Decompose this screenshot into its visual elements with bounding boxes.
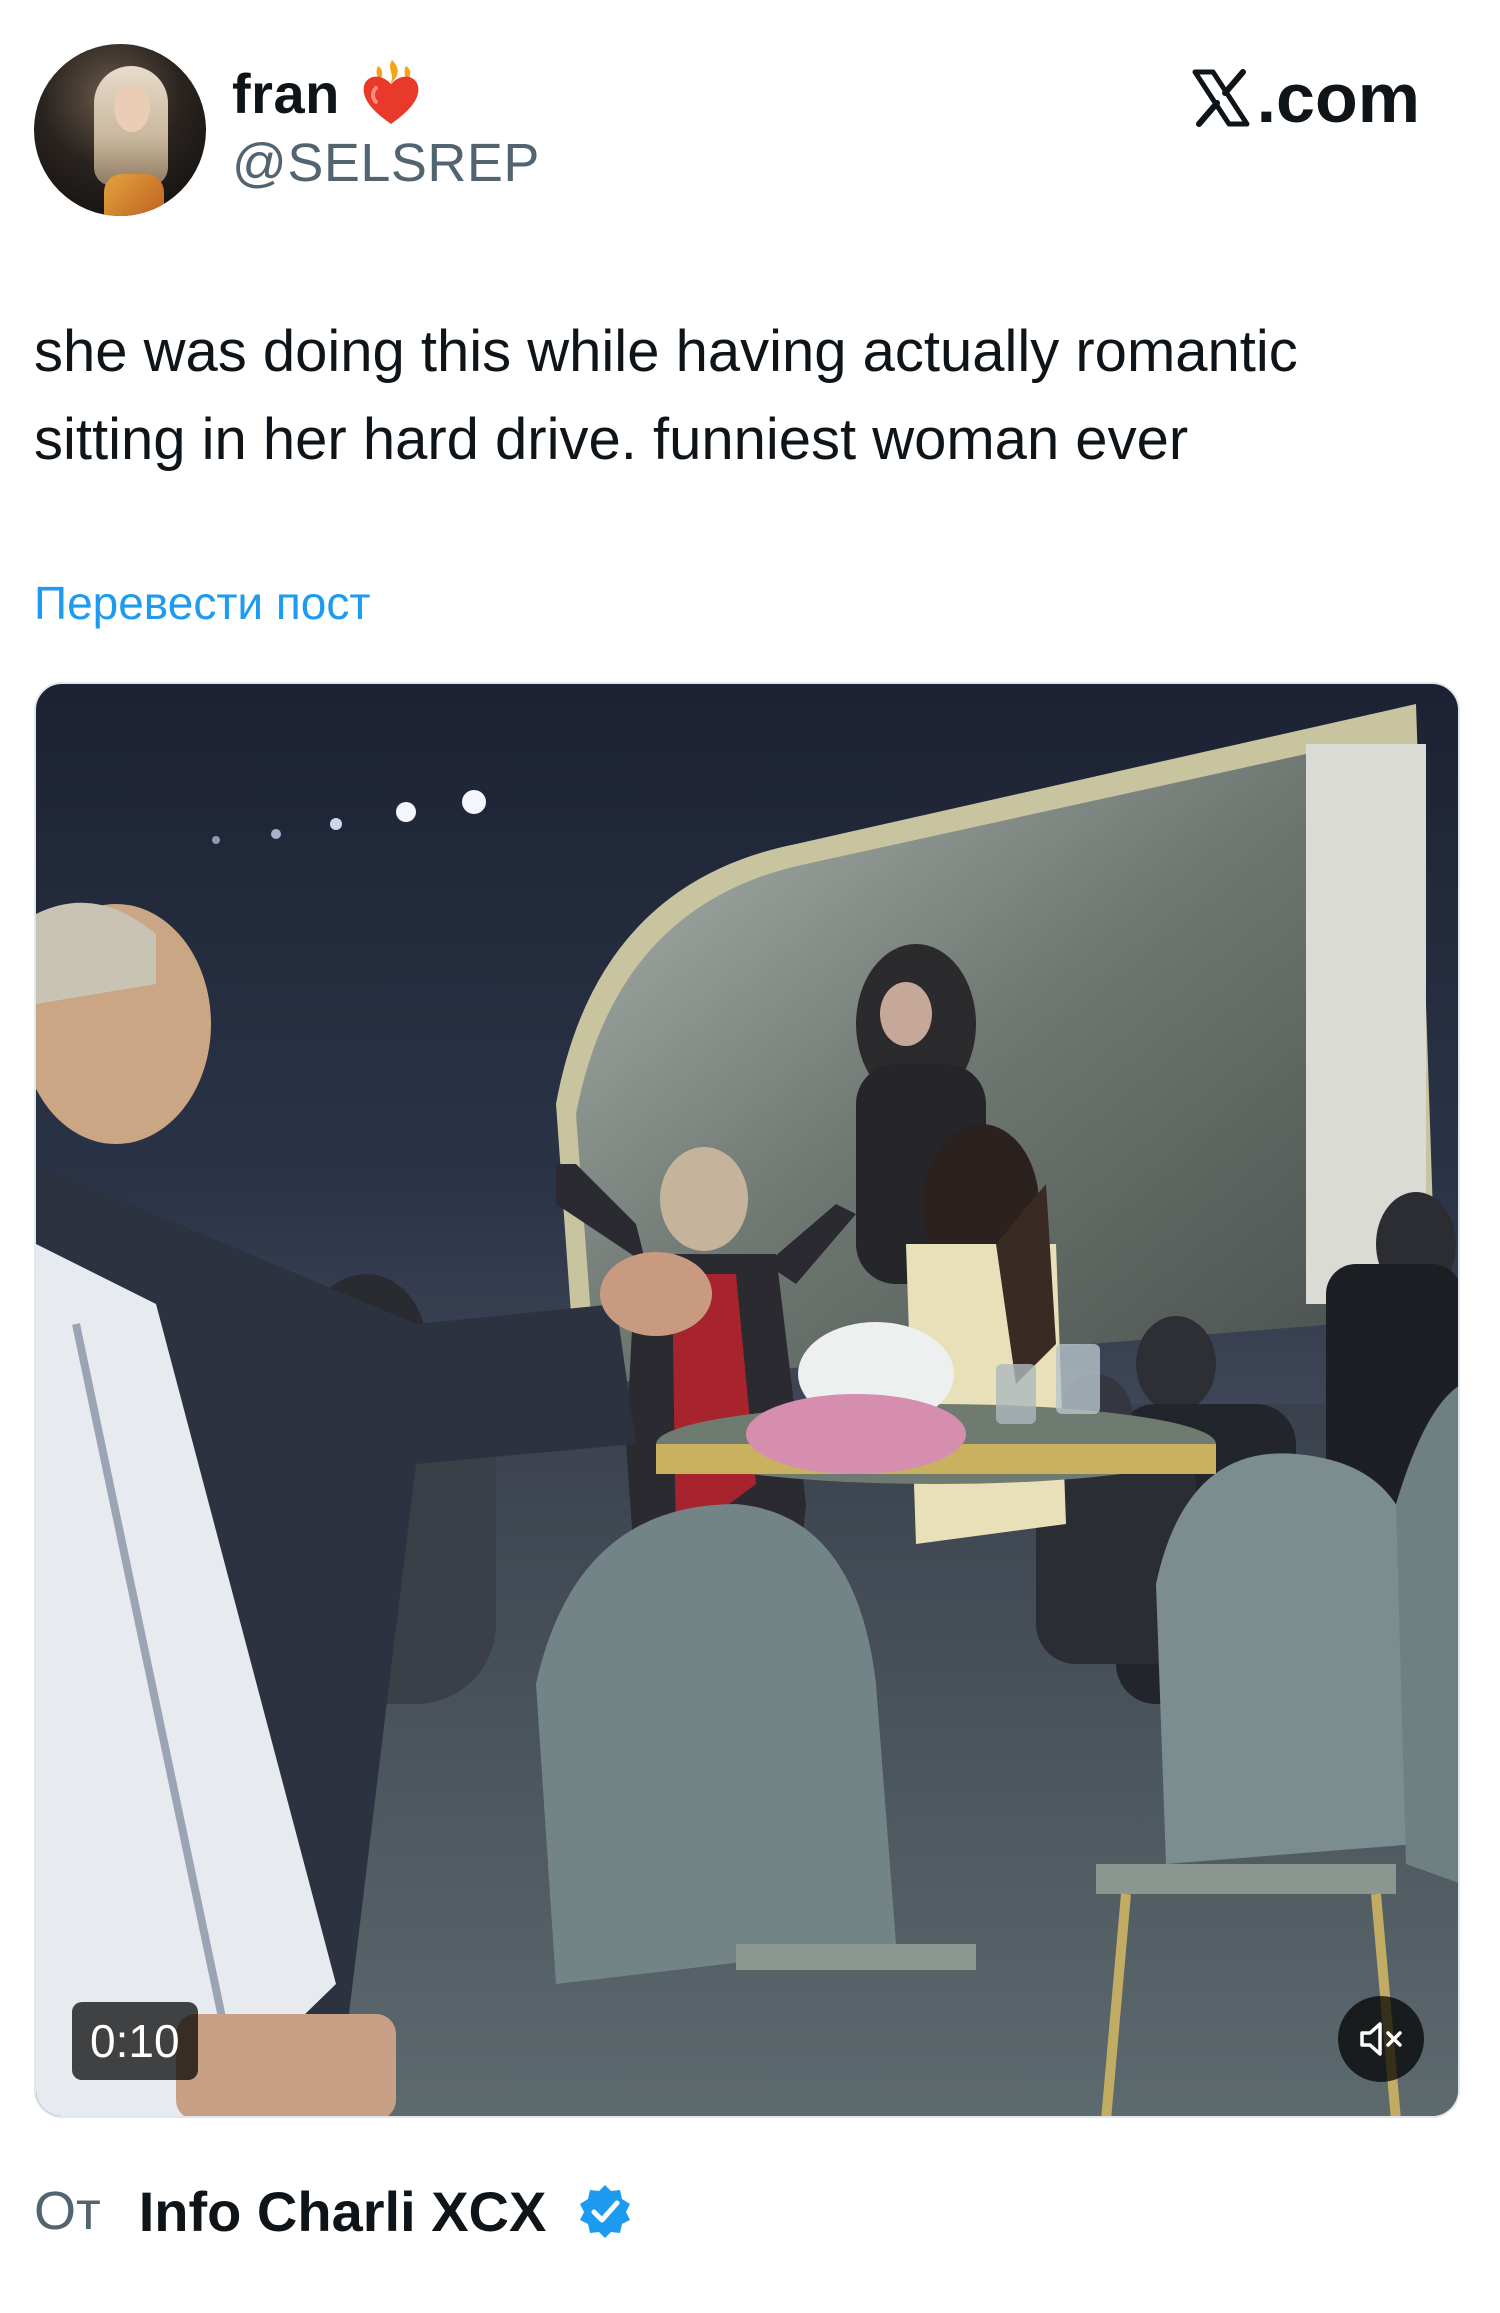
post-text: she was doing this while having actually… <box>34 319 1298 472</box>
heart-on-fire-icon <box>363 60 419 124</box>
avatar-face <box>114 84 150 132</box>
name-row: fran <box>232 56 424 130</box>
handle[interactable]: @SELSREP <box>232 132 540 194</box>
translate-post-link[interactable]: Перевести пост <box>34 576 370 630</box>
video-frame <box>36 704 1458 2116</box>
video-player[interactable]: 0:10 <box>34 682 1460 2118</box>
tweet-card: fran @SELSREP .com she was doing this wh… <box>0 0 1500 2313</box>
speaker-muted-icon <box>1360 2022 1402 2056</box>
verified-badge-icon <box>580 2185 631 2238</box>
source-attribution: От Info Charli XCX <box>34 2176 634 2246</box>
avatar-dress <box>104 174 164 216</box>
duration-badge: 0:10 <box>72 2002 198 2080</box>
site-watermark: .com <box>1189 58 1420 138</box>
from-label: От <box>34 2181 101 2241</box>
avatar[interactable] <box>34 44 206 216</box>
x-logo-icon <box>1192 69 1250 127</box>
source-account-name[interactable]: Info Charli XCX <box>139 2179 547 2244</box>
display-name[interactable]: fran <box>232 61 340 126</box>
site-label: .com <box>1256 59 1420 137</box>
mute-button[interactable] <box>1338 1996 1424 2082</box>
